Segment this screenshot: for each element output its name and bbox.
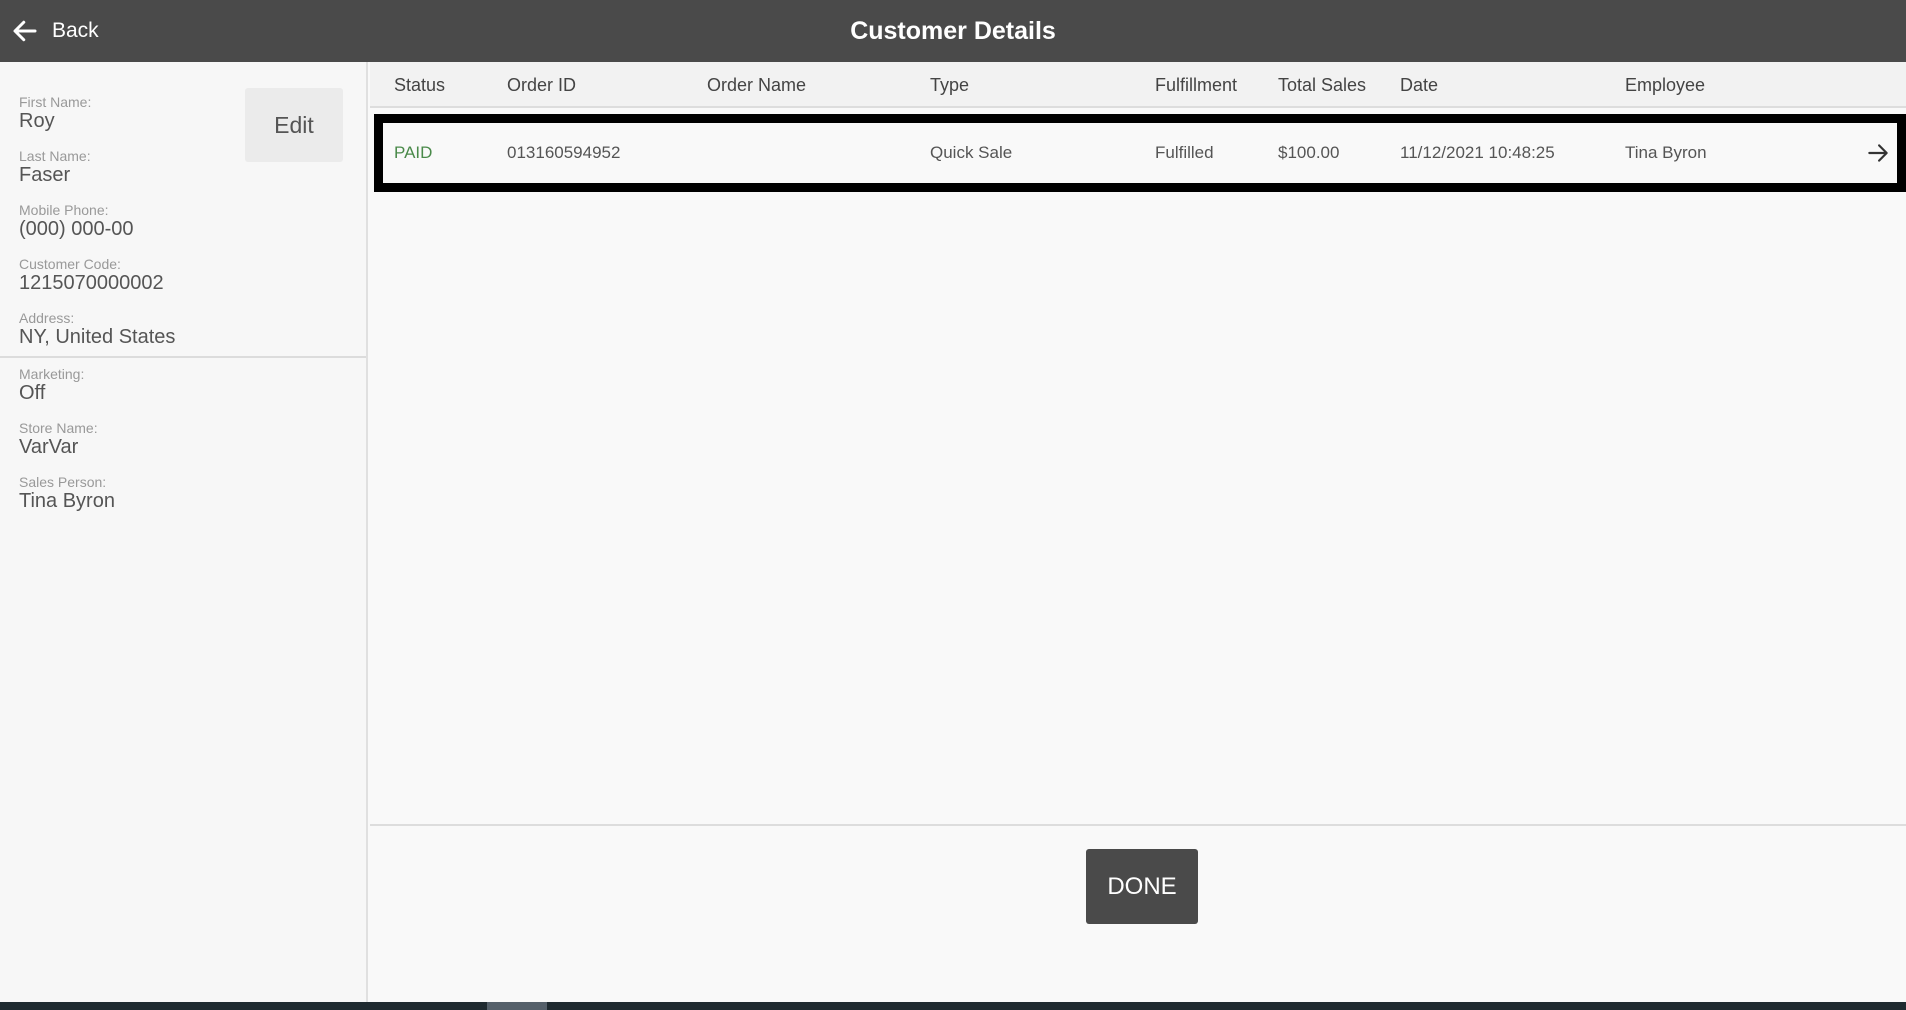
order-date: 11/12/2021 10:48:25	[1400, 143, 1555, 162]
store-name-value: VarVar	[19, 436, 79, 458]
mobile-phone-value: (000) 000-00	[19, 218, 134, 240]
sales-person-field: Sales Person: Tina Byron	[19, 474, 115, 512]
store-name-field: Store Name: VarVar	[19, 420, 98, 458]
marketing-field: Marketing: Off	[19, 366, 84, 404]
column-header-type[interactable]: Type	[930, 62, 969, 108]
page-title: Customer Details	[850, 17, 1056, 45]
footer-divider	[370, 824, 1906, 826]
column-header-fulfillment[interactable]: Fulfillment	[1155, 62, 1237, 108]
table-header: Status Order ID Order Name Type Fulfillm…	[370, 62, 1906, 108]
table-row[interactable]: PAID 013160594952 Quick Sale Fulfilled $…	[374, 114, 1906, 192]
order-id: 013160594952	[507, 143, 621, 162]
order-type: Quick Sale	[930, 143, 1013, 162]
first-name-field: First Name: Roy	[19, 94, 91, 132]
order-total-sales: $100.00	[1278, 143, 1340, 162]
last-name-value: Faser	[19, 164, 71, 186]
address-value: NY, United States	[19, 326, 176, 348]
customer-code-field: Customer Code: 1215070000002	[19, 256, 164, 294]
column-header-order-id[interactable]: Order ID	[507, 62, 576, 108]
mobile-phone-label: Mobile Phone:	[19, 202, 109, 218]
address-field: Address: NY, United States	[19, 310, 175, 348]
mobile-phone-field: Mobile Phone: (000) 000-00	[19, 202, 134, 240]
order-employee: Tina Byron	[1625, 143, 1707, 162]
last-name-field: Last Name: Faser	[19, 148, 91, 186]
taskbar-item[interactable]	[487, 1002, 547, 1010]
sales-person-value: Tina Byron	[19, 490, 115, 512]
order-fulfillment: Fulfilled	[1155, 143, 1214, 162]
marketing-value: Off	[19, 382, 46, 404]
arrow-right-icon[interactable]	[1865, 140, 1891, 166]
customer-info-panel: First Name: Roy Last Name: Faser Mobile …	[0, 62, 368, 1002]
orders-panel: Status Order ID Order Name Type Fulfillm…	[370, 62, 1906, 1002]
column-header-status[interactable]: Status	[394, 62, 445, 108]
edit-button[interactable]: Edit	[245, 88, 343, 162]
sidebar-divider	[0, 356, 366, 358]
customer-code-label: Customer Code:	[19, 256, 121, 272]
top-bar: Back Customer Details	[0, 0, 1906, 62]
marketing-label: Marketing:	[19, 366, 85, 382]
first-name-value: Roy	[19, 110, 55, 132]
column-header-total-sales[interactable]: Total Sales	[1278, 62, 1366, 108]
first-name-label: First Name:	[19, 94, 92, 110]
column-header-order-name[interactable]: Order Name	[707, 62, 806, 108]
store-name-label: Store Name:	[19, 420, 98, 436]
order-status: PAID	[394, 143, 433, 162]
address-label: Address:	[19, 310, 75, 326]
last-name-label: Last Name:	[19, 148, 91, 164]
column-header-date[interactable]: Date	[1400, 62, 1438, 108]
system-taskbar	[0, 1002, 1906, 1010]
customer-code-value: 1215070000002	[19, 272, 164, 294]
sales-person-label: Sales Person:	[19, 474, 107, 490]
done-button[interactable]: DONE	[1086, 849, 1198, 924]
column-header-employee[interactable]: Employee	[1625, 62, 1705, 108]
